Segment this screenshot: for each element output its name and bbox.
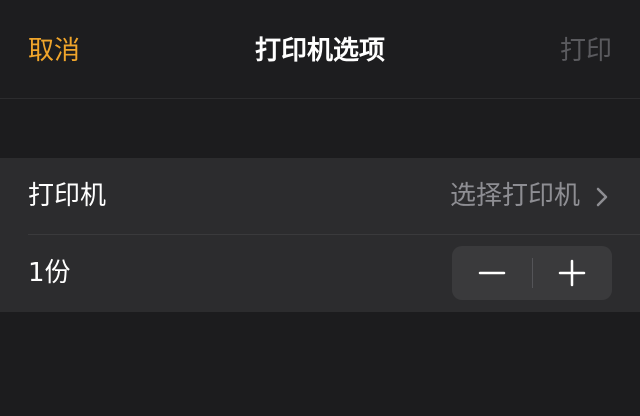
minus-icon	[478, 271, 506, 275]
printer-value: 选择打印机	[449, 181, 580, 211]
copies-row: 1份	[0, 235, 640, 311]
printer-options-group: 打印机 选择打印机 1份	[0, 158, 640, 312]
copies-stepper	[452, 246, 612, 300]
printer-label: 打印机	[28, 181, 107, 211]
printer-select-row[interactable]: 打印机 选择打印机	[0, 158, 640, 234]
copies-label: 1份	[28, 258, 71, 288]
plus-icon	[558, 259, 586, 287]
navigation-bar: 取消 打印机选项 打印	[0, 0, 640, 99]
decrement-button[interactable]	[452, 246, 532, 300]
page-title: 打印机选项	[254, 36, 385, 66]
print-button[interactable]: 打印	[560, 33, 612, 69]
increment-button[interactable]	[532, 246, 612, 300]
chevron-right-icon	[596, 187, 608, 207]
